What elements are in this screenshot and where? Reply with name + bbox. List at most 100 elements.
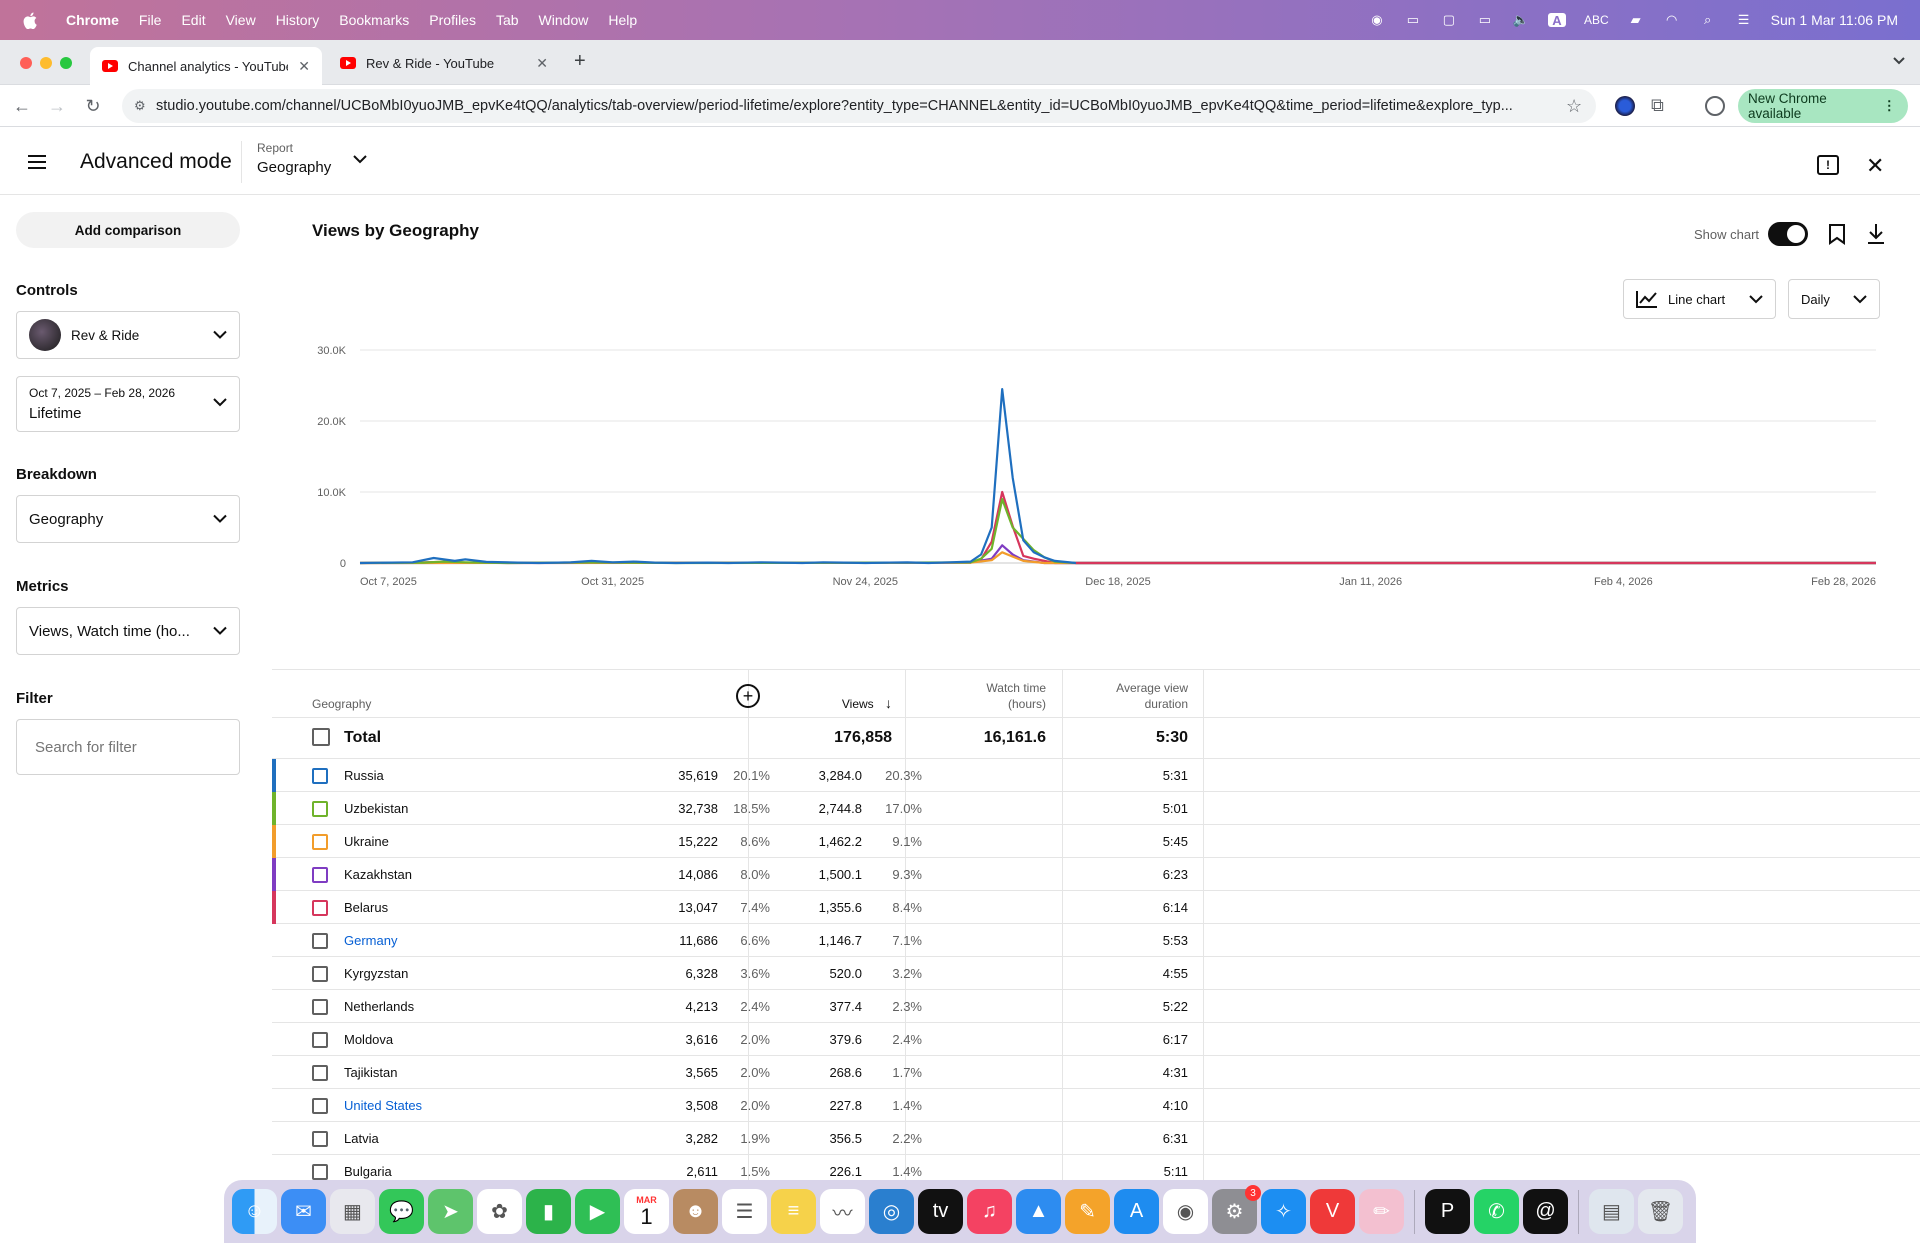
row-checkbox[interactable] [312,966,328,982]
chrome-icon[interactable]: ◉ [1163,1189,1208,1234]
window-close-button[interactable] [20,57,32,69]
wifi-icon[interactable]: ◠ [1663,12,1681,27]
menu-file[interactable]: File [139,12,162,28]
table-row[interactable]: United States 3,508 2.0% 227.8 1.4% 4:10 [272,1089,1920,1122]
metrics-selector[interactable]: Views, Watch time (ho... [16,607,240,655]
keynote-icon[interactable]: ▲ [1016,1189,1061,1234]
row-checkbox[interactable] [312,1065,328,1081]
new-chrome-available-button[interactable]: New Chrome available ⋮ [1738,89,1908,123]
row-checkbox[interactable] [312,867,328,883]
chart-type-selector[interactable]: Line chart [1623,279,1776,319]
table-row[interactable]: Bulgaria 2,611 1.5% 226.1 1.4% 5:11 [272,1155,1920,1180]
menu-app-name[interactable]: Chrome [66,12,119,28]
reload-icon[interactable]: ↻ [83,96,103,116]
mail-icon[interactable]: ✉ [281,1189,326,1234]
music-icon[interactable]: ♫ [967,1189,1012,1234]
threads-icon[interactable]: @ [1523,1189,1568,1234]
control-center-icon[interactable]: ☰ [1735,12,1753,27]
tab-close-icon[interactable]: ✕ [536,55,548,72]
country-name[interactable]: United States [344,1098,422,1113]
pencil-app-icon[interactable]: ✏ [1359,1189,1404,1234]
tab-search-icon[interactable] [1890,52,1908,70]
add-comparison-button[interactable]: Add comparison [16,212,240,248]
screen-mirror-icon[interactable]: ▭ [1404,12,1422,27]
extension-icon[interactable] [1615,96,1635,116]
channel-selector[interactable]: Rev & Ride [16,311,240,359]
table-row[interactable]: Kyrgyzstan 6,328 3.6% 520.0 3.2% 4:55 [272,957,1920,990]
finder-icon[interactable]: ☺ [232,1189,277,1234]
appletv-icon[interactable]: tv [918,1189,963,1234]
row-checkbox[interactable] [312,1098,328,1114]
row-checkbox[interactable] [312,999,328,1015]
url-text[interactable]: studio.youtube.com/channel/UCBoMbI0yuoJM… [156,98,1513,114]
safari-icon[interactable]: ✧ [1261,1189,1306,1234]
freeform-icon[interactable]: 〰 [820,1189,865,1234]
breakdown-selector[interactable]: Geography [16,495,240,543]
granularity-selector[interactable]: Daily [1788,279,1880,319]
table-row[interactable]: Russia 35,619 20.1% 3,284.0 20.3% 5:31 [272,759,1920,792]
tab-channel-analytics[interactable]: Channel analytics - YouTube S ✕ [90,47,322,85]
tab-rev-and-ride[interactable]: Rev & Ride - YouTube ✕ [328,47,560,79]
spotlight-search-icon[interactable]: ⌕ [1699,12,1717,27]
row-checkbox[interactable] [312,900,328,916]
table-row[interactable]: Kazakhstan 14,086 8.0% 1,500.1 9.3% 6:23 [272,858,1920,891]
launchpad-icon[interactable]: ▦ [330,1189,375,1234]
geography-column-header[interactable]: Geography [312,697,371,711]
notes-icon[interactable]: ≡ [771,1189,816,1234]
extensions-puzzle-icon[interactable]: ⧉ [1651,95,1664,116]
menu-edit[interactable]: Edit [181,12,205,28]
profile-icon[interactable] [1705,96,1725,116]
menu-bookmarks[interactable]: Bookmarks [339,12,409,28]
keyboard-a-icon[interactable]: A [1547,13,1566,28]
vivaldi-icon[interactable]: V [1310,1189,1355,1234]
display-icon[interactable]: ▢ [1440,12,1458,27]
battery-icon[interactable]: ▰ [1627,12,1645,27]
new-tab-button[interactable]: + [574,50,586,73]
row-checkbox[interactable] [312,834,328,850]
quicktime-icon[interactable]: ◎ [869,1189,914,1234]
table-row[interactable]: Belarus 13,047 7.4% 1,355.6 8.4% 6:14 [272,891,1920,924]
numbers-icon[interactable]: ▮ [526,1189,571,1234]
settings-icon[interactable]: ⚙ 3 [1212,1185,1261,1234]
row-checkbox[interactable] [312,801,328,817]
tab-close-icon[interactable]: ✕ [298,58,310,75]
pages-icon[interactable]: ✎ [1065,1189,1110,1234]
address-bar[interactable]: ⚙ studio.youtube.com/channel/UCBoMbI0yuo… [122,89,1596,123]
filter-search-input[interactable] [16,719,240,775]
show-chart-toggle[interactable] [1768,222,1808,246]
menu-history[interactable]: History [276,12,320,28]
trash-icon[interactable]: 🗑 [1638,1189,1683,1234]
bookmark-icon[interactable] [1828,223,1846,245]
apple-menu-icon[interactable] [20,10,40,30]
table-row[interactable]: Uzbekistan 32,738 18.5% 2,744.8 17.0% 5:01 [272,792,1920,825]
airdrop-icon[interactable]: ◉ [1368,12,1386,27]
menu-view[interactable]: View [226,12,256,28]
monitor-icon[interactable]: ▭ [1476,12,1494,27]
preview-icon[interactable]: ▤ [1589,1189,1634,1234]
table-row[interactable]: Germany 11,686 6.6% 1,146.7 7.1% 5:53 [272,924,1920,957]
menu-profiles[interactable]: Profiles [429,12,476,28]
table-row[interactable]: Netherlands 4,213 2.4% 377.4 2.3% 5:22 [272,990,1920,1023]
calendar-icon[interactable]: MAR 1 [624,1189,669,1234]
whatsapp-icon[interactable]: ✆ [1474,1189,1519,1234]
table-row[interactable]: Latvia 3,282 1.9% 356.5 2.2% 6:31 [272,1122,1920,1155]
row-checkbox[interactable] [312,1131,328,1147]
reminders-icon[interactable]: ☰ [722,1189,767,1234]
appstore-icon[interactable]: A [1114,1189,1159,1234]
avd-column-header[interactable]: Average view duration [1072,680,1188,712]
menu-window[interactable]: Window [539,12,589,28]
row-checkbox[interactable] [312,1164,328,1180]
feedback-icon[interactable]: ! [1817,155,1839,175]
pixelmator-icon[interactable]: P [1425,1189,1470,1234]
download-icon[interactable] [1866,223,1886,245]
site-info-icon[interactable]: ⚙ [134,98,146,114]
report-selector[interactable]: Report Geography [257,141,377,185]
table-row[interactable]: Moldova 3,616 2.0% 379.6 2.4% 6:17 [272,1023,1920,1056]
row-checkbox[interactable] [312,768,328,784]
add-metric-icon[interactable]: + [736,684,760,708]
row-checkbox[interactable] [312,1032,328,1048]
total-checkbox[interactable] [312,728,330,746]
contacts-icon[interactable]: ☻ [673,1189,718,1234]
menubar-clock[interactable]: Sun 1 Mar 11:06 PM [1771,12,1898,28]
input-source-label[interactable]: ABC [1584,13,1609,27]
